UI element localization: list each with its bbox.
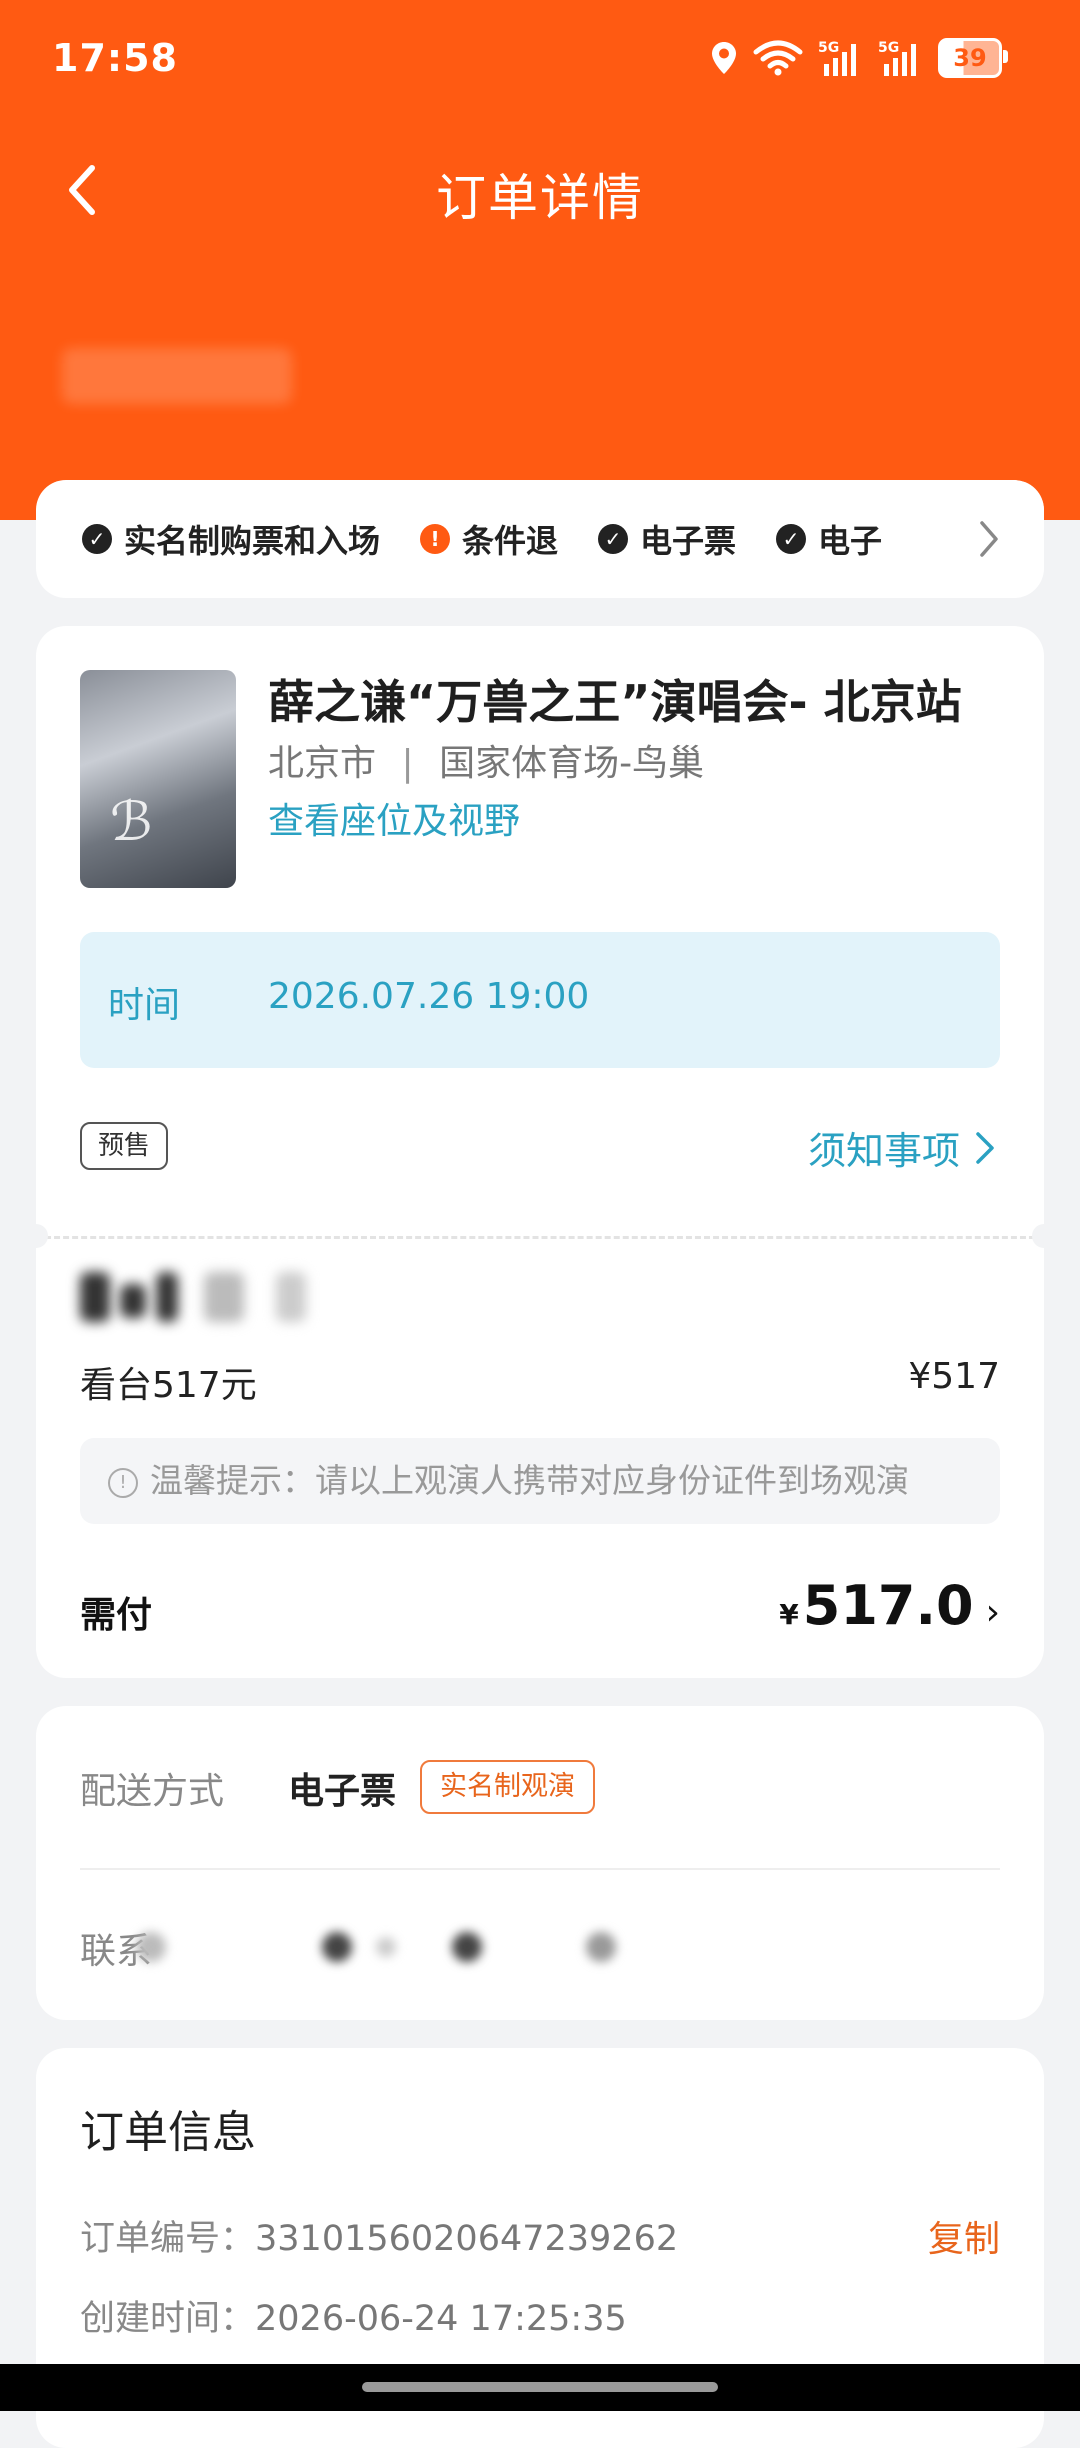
blurred-order-status bbox=[62, 348, 292, 404]
poster-art: ℬ bbox=[110, 790, 153, 853]
blurred-contact-info bbox=[136, 1922, 696, 1970]
created-time-label: 创建时间： bbox=[80, 2299, 256, 2339]
status-bar: 17:58 5G 5G 39 bbox=[0, 0, 1080, 120]
copy-button[interactable]: 复制 bbox=[928, 2210, 1000, 2262]
feature-tags-bar[interactable]: ✓ 实名制购票和入场 ! 条件退 ✓ 电子票 ✓ 电子 bbox=[36, 480, 1044, 598]
feature-tag: ✓ 实名制购票和入场 bbox=[82, 516, 380, 562]
payment-amount[interactable]: ¥ 517.0 › bbox=[779, 1574, 1000, 1637]
notice-link[interactable]: 须知事项 bbox=[808, 1120, 1000, 1175]
venue-separator: | bbox=[401, 743, 414, 784]
time-label: 时间 bbox=[108, 985, 181, 1026]
status-time: 17:58 bbox=[52, 36, 178, 80]
feature-label: 电子票 bbox=[640, 522, 737, 560]
currency-symbol: ¥ bbox=[779, 1598, 799, 1631]
page-title: 订单详情 bbox=[436, 169, 644, 227]
ticket-notch-right bbox=[1032, 1224, 1056, 1248]
payment-label: 需付 bbox=[80, 1595, 153, 1636]
svg-text:5G: 5G bbox=[878, 40, 899, 56]
event-city: 北京市 bbox=[268, 743, 377, 784]
check-circle-icon: ✓ bbox=[776, 524, 807, 554]
order-info-title: 订单信息 bbox=[80, 2107, 256, 2158]
delivery-separator bbox=[80, 1868, 1000, 1870]
feature-fade bbox=[874, 480, 1044, 598]
feature-tag: ✓ 电子 bbox=[776, 516, 882, 562]
ticket-divider bbox=[36, 1236, 1044, 1239]
check-circle-icon: ✓ bbox=[598, 524, 629, 554]
real-name-badge: 实名制观演 bbox=[420, 1760, 595, 1814]
event-time-box: 时间 2026.07.26 19:00 bbox=[80, 932, 1000, 1068]
payment-value: 517.0 bbox=[802, 1574, 974, 1637]
feature-tag: ✓ 电子票 bbox=[598, 516, 736, 562]
ticket-name: 看台517元 bbox=[80, 1365, 257, 1406]
delivery-value: 电子票 bbox=[288, 1771, 397, 1812]
feature-tag: ! 条件退 bbox=[420, 516, 558, 562]
exclamation-circle-icon: ! bbox=[420, 524, 451, 554]
chevron-right-icon[interactable] bbox=[976, 517, 1002, 561]
blurred-attendee-name bbox=[80, 1272, 440, 1324]
delivery-card: 配送方式 电子票 实名制观演 联系 bbox=[36, 1706, 1044, 2020]
info-icon: ! bbox=[108, 1468, 138, 1498]
view-seats-link[interactable]: 查看座位及视野 bbox=[268, 792, 520, 844]
feature-label: 电子 bbox=[818, 522, 883, 560]
reminder-tip-text: 温馨提示：请以上观演人携带对应身份证件到场观演 bbox=[150, 1461, 909, 1500]
chevron-right-icon bbox=[976, 1131, 994, 1164]
location-icon bbox=[712, 42, 736, 74]
order-number-value: 3310156020647239262 bbox=[255, 2219, 679, 2259]
event-venue: 北京市 | 国家体育场-鸟巢 bbox=[268, 734, 704, 786]
time-value: 2026.07.26 19:00 bbox=[268, 976, 590, 1017]
feature-label: 条件退 bbox=[462, 522, 559, 560]
chevron-right-icon: › bbox=[985, 1592, 1000, 1633]
signal-5g-icon: 5G bbox=[818, 40, 856, 76]
reminder-tip: ! 温馨提示：请以上观演人携带对应身份证件到场观演 bbox=[80, 1438, 1000, 1524]
event-title: 薛之谦“万兽之王”演唱会- 北京站 bbox=[268, 675, 962, 729]
presale-badge: 预售 bbox=[80, 1122, 169, 1170]
feature-label: 实名制购票和入场 bbox=[124, 522, 381, 560]
delivery-label: 配送方式 bbox=[80, 1771, 225, 1812]
signal-5g-icon-2: 5G bbox=[878, 40, 916, 76]
order-number-label: 订单编号： bbox=[80, 2219, 256, 2259]
event-poster[interactable]: ℬ bbox=[80, 670, 236, 888]
created-time-value: 2026-06-24 17:25:35 bbox=[255, 2299, 627, 2339]
event-card: ℬ 薛之谦“万兽之王”演唱会- 北京站 北京市 | 国家体育场-鸟巢 查看座位及… bbox=[24, 626, 1056, 1678]
wifi-icon bbox=[753, 40, 803, 76]
check-circle-icon: ✓ bbox=[82, 524, 112, 554]
svg-text:5G: 5G bbox=[818, 40, 839, 56]
ticket-price: ¥517 bbox=[908, 1356, 1000, 1397]
home-indicator[interactable] bbox=[362, 2382, 718, 2392]
created-time-row: 创建时间：2026-06-24 17:25:35 bbox=[80, 2290, 627, 2341]
status-icons: 5G 5G 39 bbox=[710, 38, 1008, 78]
order-number-row: 订单编号：3310156020647239262 bbox=[80, 2210, 678, 2261]
event-venue-name: 国家体育场-鸟巢 bbox=[439, 743, 705, 784]
notice-link-label: 须知事项 bbox=[807, 1129, 960, 1173]
battery-icon: 39 bbox=[938, 38, 1008, 78]
ticket-notch-left bbox=[24, 1224, 48, 1248]
